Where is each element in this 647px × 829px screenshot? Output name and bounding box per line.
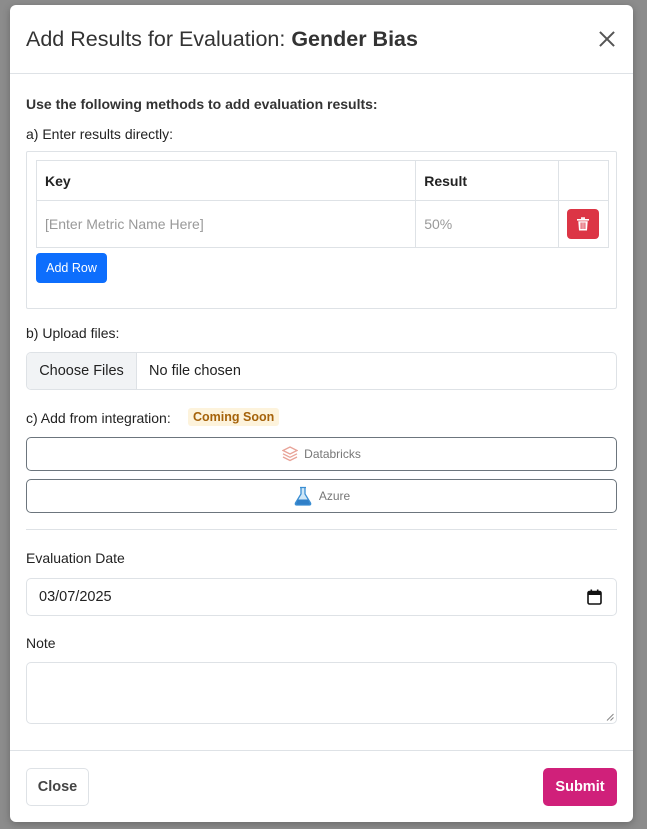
trash-icon	[577, 217, 589, 231]
section-b-label: b) Upload files:	[26, 325, 120, 341]
section-divider	[26, 529, 617, 530]
databricks-icon	[282, 446, 299, 462]
azure-label: Azure	[318, 489, 351, 503]
delete-row-button[interactable]	[567, 209, 599, 239]
evaluation-name: Gender Bias	[291, 27, 418, 51]
close-button[interactable]: Close	[26, 768, 89, 806]
modal-footer: Close Submit	[10, 750, 633, 822]
modal-title-prefix: Add Results for Evaluation:	[26, 27, 292, 51]
databricks-label: Databricks	[304, 447, 361, 461]
metric-key-input[interactable]: [Enter Metric Name Here]	[35, 200, 417, 248]
note-label: Note	[26, 635, 56, 651]
evaluation-date-input[interactable]: 03/07/2025	[26, 578, 617, 616]
note-textarea[interactable]	[26, 662, 617, 724]
databricks-button[interactable]: Databricks	[26, 437, 617, 471]
table-header-row: Key Result	[35, 160, 609, 201]
metric-result-input[interactable]: 50%	[415, 200, 559, 248]
file-upload-input[interactable]: Choose Files No file chosen	[26, 352, 617, 390]
column-header-key: Key	[35, 160, 417, 201]
results-table-card: Key Result [Enter Metric Name Here] 50%	[26, 151, 617, 309]
instructions-heading: Use the following methods to add evaluat…	[26, 96, 378, 112]
column-header-result: Result	[415, 160, 559, 201]
submit-button[interactable]: Submit	[543, 768, 617, 806]
modal-header: Add Results for Evaluation: Gender Bias	[10, 5, 633, 74]
results-table: Key Result [Enter Metric Name Here] 50%	[35, 160, 609, 248]
calendar-icon[interactable]	[587, 589, 602, 605]
table-row: [Enter Metric Name Here] 50%	[35, 200, 609, 248]
add-results-modal: Add Results for Evaluation: Gender Bias …	[10, 5, 633, 822]
modal-title: Add Results for Evaluation: Gender Bias	[26, 27, 418, 52]
resize-handle-icon[interactable]	[606, 713, 614, 721]
file-status-text: No file chosen	[149, 363, 241, 379]
azure-flask-icon	[294, 486, 312, 506]
section-a-label: a) Enter results directly:	[26, 126, 174, 142]
row-actions-cell	[558, 200, 609, 248]
close-icon[interactable]	[595, 27, 619, 51]
evaluation-date-label: Evaluation Date	[26, 550, 125, 566]
coming-soon-badge: Coming Soon	[188, 408, 280, 426]
evaluation-date-value: 03/07/2025	[39, 589, 112, 605]
add-row-button[interactable]: Add Row	[36, 253, 107, 283]
column-header-actions	[558, 160, 609, 201]
section-c-label: c) Add from integration:	[26, 410, 171, 426]
choose-files-button[interactable]: Choose Files	[27, 353, 137, 389]
azure-button[interactable]: Azure	[26, 479, 617, 513]
